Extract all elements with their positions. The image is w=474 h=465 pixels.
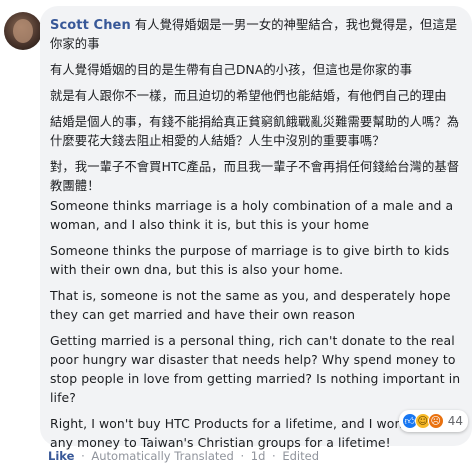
edited-label[interactable]: Edited xyxy=(282,449,319,463)
comment-footer: Like · Automatically Translated · 1d · E… xyxy=(48,449,319,463)
auto-translated-label[interactable]: Automatically Translated xyxy=(91,449,233,463)
comment-paragraph-5: 對，我一輩子不會買HTC產品，而且我一輩子不會再捐任何錢給台灣的基督教團體！ xyxy=(50,160,460,193)
comment-paragraph-8: That is, someone is not the same as you,… xyxy=(50,288,451,322)
angry-icon: ☹ xyxy=(427,413,444,429)
author-name[interactable]: Scott Chen xyxy=(50,18,131,33)
author-avatar[interactable] xyxy=(4,12,42,50)
avatar-face xyxy=(13,19,33,43)
separator: · xyxy=(240,449,245,463)
separator: · xyxy=(81,449,85,463)
comment-paragraph-6: Someone thinks marriage is a holy combin… xyxy=(50,198,454,232)
comment-paragraph-4: 結婚是個人的事，有錢不能捐給真正貧窮飢餓戰亂災難需要幫助的人嗎？為什麼要花大錢去… xyxy=(50,115,460,148)
separator: · xyxy=(272,449,276,463)
comment-bubble: Scott Chen 有人覺得婚姻是一男一女的神聖結合，我也覺得是，但這是你家的… xyxy=(40,6,472,450)
comment-paragraph-9: Getting married is a personal thing, ric… xyxy=(50,333,461,405)
reaction-count: 44 xyxy=(447,414,463,428)
comment-paragraph-3: 就是有人跟你不一樣，而且迫切的希望他們也能結婚，有他們自己的理由 xyxy=(50,89,447,103)
comment-paragraph-1: Scott Chen 有人覺得婚姻是一男一女的神聖結合，我也覺得是，但這是你家的… xyxy=(50,16,462,54)
timestamp[interactable]: 1d xyxy=(251,449,266,463)
reactions-summary[interactable]: 👍︎ ☺ ☹ 44 xyxy=(398,410,468,432)
comment-paragraph-2: 有人覺得婚姻的目的是生帶有自己DNA的小孩，但這也是你家的事 xyxy=(50,63,413,77)
comment-paragraph-7: Someone thinks the purpose of marriage i… xyxy=(50,243,450,277)
like-button[interactable]: Like xyxy=(48,449,74,463)
